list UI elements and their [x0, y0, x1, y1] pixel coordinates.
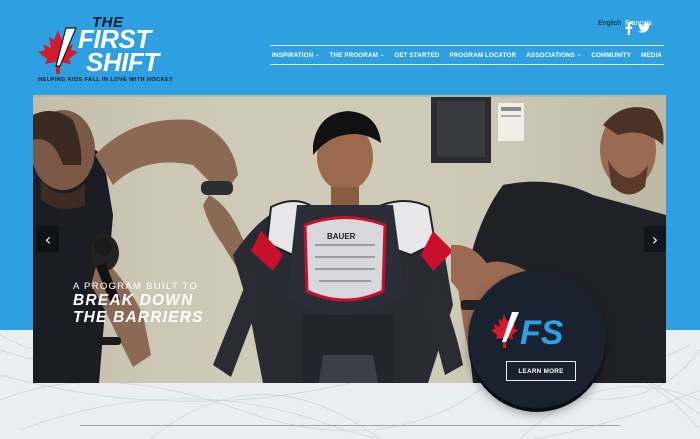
- nav-item-get-started[interactable]: GET STARTED: [394, 52, 439, 59]
- logo-wordmark-shift: SHIFT: [86, 47, 159, 77]
- nav-item-label: THE PROGRAM: [329, 51, 378, 59]
- nav-item-inspiration[interactable]: INSPIRATION ⌄: [272, 52, 320, 59]
- learn-more-button[interactable]: LEARN MORE: [506, 361, 576, 381]
- twitter-icon[interactable]: [637, 21, 651, 35]
- nav-item-program-locator[interactable]: PROGRAM LOCATOR: [449, 52, 516, 59]
- nav-item-the-program[interactable]: THE PROGRAM ⌄: [330, 52, 385, 59]
- hero-headline-line2: THE BARRIERS: [73, 309, 204, 326]
- nav-item-associations[interactable]: ASSOCIATIONS ⌄: [526, 52, 581, 59]
- nav-item-label: MEDIA: [641, 51, 662, 59]
- main-nav: INSPIRATION ⌄ THE PROGRAM ⌄ GET STARTED PROGR…: [270, 45, 664, 65]
- nav-item-label: GET STARTED: [394, 51, 440, 59]
- fs-mark-text: FS: [520, 314, 564, 352]
- nav-item-label: ASSOCIATIONS: [526, 51, 575, 59]
- nav-item-label: INSPIRATION: [272, 51, 314, 59]
- lang-english[interactable]: English: [598, 20, 621, 27]
- chevron-down-icon: ⌄: [379, 52, 385, 58]
- chevron-down-icon: ⌄: [315, 52, 320, 58]
- slider-next-arrow[interactable]: ›: [644, 226, 666, 252]
- logo-tagline: HELPING KIDS FALL IN LOVE WITH HOCKEY: [38, 77, 174, 83]
- hero-caption: A PROGRAM BUILT TO BREAK DOWN THE BARRIE…: [73, 281, 204, 326]
- chevron-down-icon: ⌄: [576, 52, 582, 58]
- first-shift-logo[interactable]: THE FIRST SHIFT HELPING KIDS FALL IN LOV…: [34, 12, 194, 84]
- hero-headline-line1: BREAK DOWN: [73, 292, 194, 309]
- nav-item-label: PROGRAM LOCATOR: [449, 51, 517, 59]
- fs-logo-mark: FS: [491, 312, 564, 352]
- section-divider: [80, 425, 620, 426]
- nav-item-community[interactable]: COMMUNITY: [591, 52, 631, 59]
- maple-leaf-icon: [38, 27, 78, 74]
- fs-puck-badge: FS LEARN MORE: [468, 270, 606, 412]
- nav-item-label: COMMUNITY: [591, 51, 632, 59]
- hero-kicker: A PROGRAM BUILT TO: [73, 281, 199, 292]
- facebook-icon[interactable]: [622, 21, 636, 35]
- nav-item-media[interactable]: MEDIA: [641, 52, 662, 59]
- pad-brand-label: BAUER: [327, 232, 356, 241]
- slider-prev-arrow[interactable]: ‹: [37, 226, 59, 252]
- site-header: THE FIRST SHIFT HELPING KIDS FALL IN LOV…: [0, 0, 700, 95]
